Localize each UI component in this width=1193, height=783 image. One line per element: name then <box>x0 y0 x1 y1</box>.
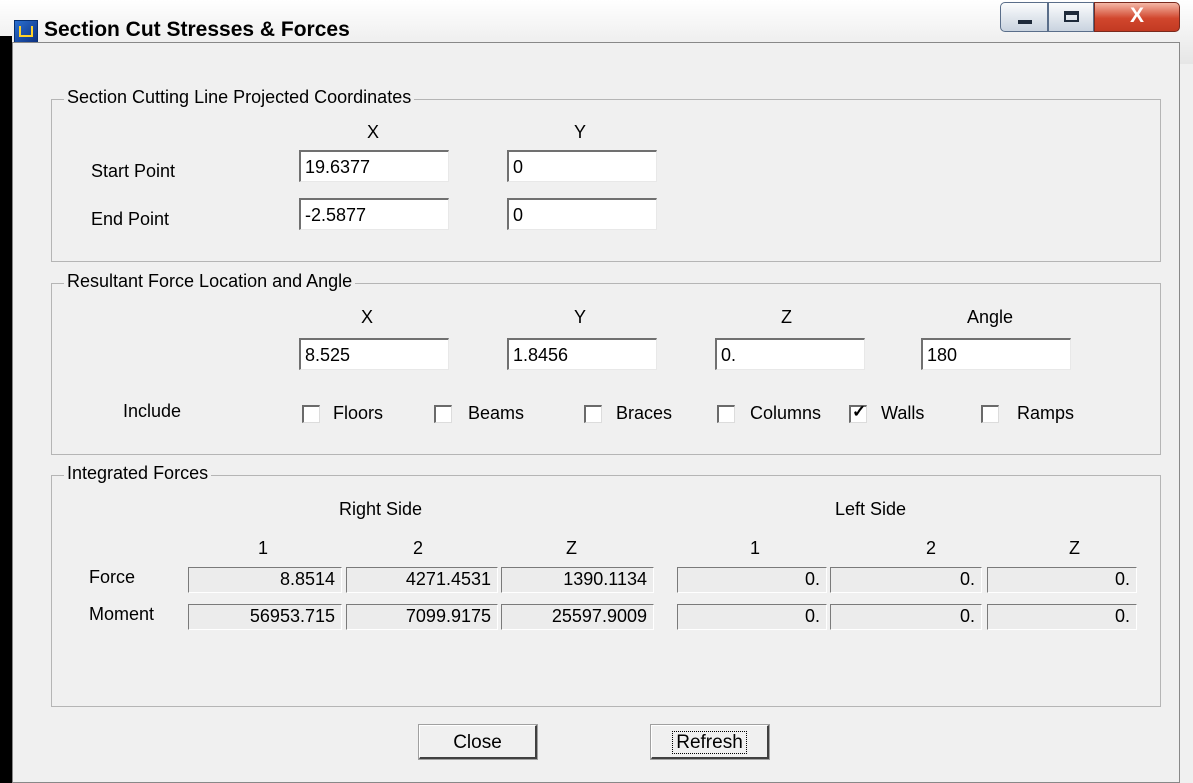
left-col-z: Z <box>1069 538 1080 558</box>
right-col-2: 2 <box>413 538 424 558</box>
moment-left-2: 0. <box>830 604 982 630</box>
resultant-col-z: Z <box>781 307 792 327</box>
close-window-button[interactable]: X <box>1094 2 1180 32</box>
ramps-checkbox[interactable] <box>981 405 999 423</box>
include-label: Include <box>123 401 182 421</box>
braces-label[interactable]: Braces <box>616 403 672 424</box>
moment-row-label: Moment <box>89 604 155 624</box>
moment-right-z: 25597.9009 <box>501 604 654 630</box>
right-side-label: Right Side <box>339 499 423 519</box>
right-col-1: 1 <box>258 538 269 558</box>
moment-right-2: 7099.9175 <box>346 604 498 630</box>
maximize-button[interactable] <box>1048 2 1094 32</box>
refresh-button-label: Refresh <box>672 731 747 754</box>
resultant-x-field[interactable]: 8.525 <box>299 338 449 370</box>
columns-label[interactable]: Columns <box>750 403 821 424</box>
cut-line-col-x: X <box>367 122 380 142</box>
resultant-col-x: X <box>361 307 374 327</box>
force-right-2: 4271.4531 <box>346 567 498 593</box>
resultant-col-angle: Angle <box>967 307 1014 327</box>
refresh-button[interactable]: Refresh <box>650 724 770 760</box>
moment-right-1: 56953.715 <box>188 604 342 630</box>
resultant-z-field[interactable]: 0. <box>715 338 865 370</box>
end-y-field[interactable]: 0 <box>507 198 657 230</box>
app-icon <box>14 20 38 44</box>
window-title: Section Cut Stresses & Forces <box>44 18 350 41</box>
cut-line-group-title: Section Cutting Line Projected Coordinat… <box>64 87 415 108</box>
end-point-label: End Point <box>91 209 170 229</box>
start-point-label: Start Point <box>91 161 176 181</box>
floors-checkbox[interactable] <box>302 405 320 423</box>
moment-left-z: 0. <box>987 604 1137 630</box>
resultant-group-title: Resultant Force Location and Angle <box>64 271 356 292</box>
force-left-z: 0. <box>987 567 1137 593</box>
walls-label[interactable]: Walls <box>881 403 924 424</box>
right-col-z: Z <box>566 538 577 558</box>
close-button[interactable]: Close <box>418 724 538 760</box>
start-x-field[interactable]: 19.6377 <box>299 150 449 182</box>
braces-checkbox[interactable] <box>584 405 602 423</box>
left-col-1: 1 <box>750 538 761 558</box>
close-icon: X <box>1129 4 1144 27</box>
force-left-2: 0. <box>830 567 982 593</box>
minimize-icon <box>1018 20 1032 24</box>
integrated-forces-group-title: Integrated Forces <box>64 463 212 484</box>
maximize-icon <box>1064 11 1079 22</box>
floors-label[interactable]: Floors <box>333 403 383 424</box>
beams-checkbox[interactable] <box>434 405 452 423</box>
force-right-1: 8.8514 <box>188 567 342 593</box>
beams-label[interactable]: Beams <box>468 403 524 424</box>
minimize-button[interactable] <box>1000 2 1048 32</box>
cut-line-col-y: Y <box>574 122 587 142</box>
left-col-2: 2 <box>926 538 937 558</box>
columns-checkbox[interactable] <box>717 405 735 423</box>
dialog-window: Section Cut Stresses & Forces X Section … <box>0 0 1193 783</box>
left-side-label: Left Side <box>835 499 907 519</box>
window-frame-left <box>0 36 12 783</box>
dialog-client: Section Cutting Line Projected Coordinat… <box>12 42 1180 783</box>
force-left-1: 0. <box>677 567 827 593</box>
end-x-field[interactable]: -2.5877 <box>299 198 449 230</box>
moment-left-1: 0. <box>677 604 827 630</box>
resultant-y-field[interactable]: 1.8456 <box>507 338 657 370</box>
walls-checkbox[interactable]: ✓ <box>849 402 867 423</box>
force-right-z: 1390.1134 <box>501 567 654 593</box>
force-row-label: Force <box>89 567 136 587</box>
resultant-col-y: Y <box>574 307 587 327</box>
ramps-label[interactable]: Ramps <box>1017 403 1074 424</box>
resultant-angle-field[interactable]: 180 <box>921 338 1071 370</box>
start-y-field[interactable]: 0 <box>507 150 657 182</box>
checkmark-icon: ✓ <box>852 402 867 421</box>
